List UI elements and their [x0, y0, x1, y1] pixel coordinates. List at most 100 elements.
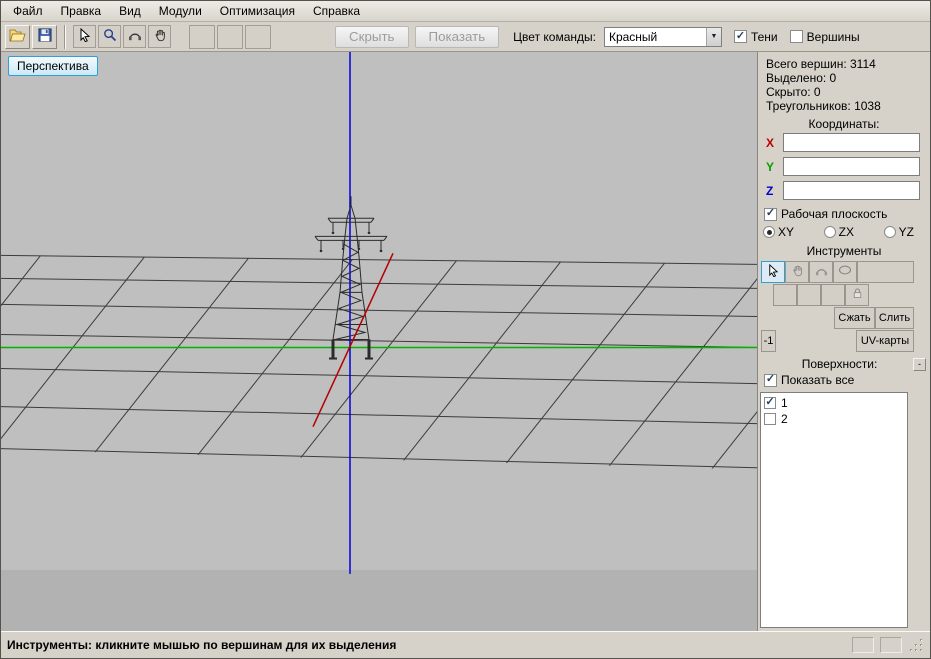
open-folder-icon	[9, 28, 26, 45]
plane-yz-label: YZ	[898, 225, 914, 239]
show-button[interactable]: Показать	[414, 25, 500, 48]
hand-icon	[791, 264, 804, 280]
rotate-tool-button[interactable]	[123, 25, 146, 48]
chevron-down-icon[interactable]: ▼	[705, 27, 721, 46]
plane-yz-radio[interactable]	[883, 226, 896, 238]
uv-maps-button[interactable]: UV-карты	[856, 329, 914, 352]
shadows-checkbox[interactable]	[733, 30, 747, 43]
panel-rotate-tool-button[interactable]	[809, 260, 833, 283]
coord-y-row: Y	[758, 157, 930, 176]
panel-empty-tool-button-1[interactable]	[857, 260, 914, 283]
surfaces-options-button[interactable]: -	[913, 357, 926, 371]
menu-modules[interactable]: Модули	[150, 2, 211, 20]
plane-xy-option[interactable]: XY	[763, 225, 794, 239]
menu-optimization[interactable]: Оптимизация	[211, 2, 304, 20]
show-all-label: Показать все	[781, 373, 855, 387]
floppy-disk-icon	[37, 28, 52, 45]
zoom-tool-button[interactable]	[98, 25, 121, 48]
select-tool-button[interactable]	[73, 25, 96, 48]
work-plane-label: Рабочая плоскость	[781, 207, 888, 221]
compress-button[interactable]: Сжать	[834, 306, 875, 329]
open-file-button[interactable]	[5, 24, 30, 49]
team-color-select[interactable]: Красный ▼	[603, 26, 722, 47]
app-window: Файл Правка Вид Модули Оптимизация Справ…	[0, 0, 931, 659]
show-all-row: Показать все	[758, 371, 930, 389]
toolbar: Скрыть Показать Цвет команды: Красный ▼ …	[1, 22, 930, 52]
coord-x-input[interactable]	[783, 133, 920, 152]
surface-2-checkbox[interactable]	[764, 413, 776, 425]
coord-y-input[interactable]	[783, 157, 920, 176]
menu-help[interactable]: Справка	[304, 2, 369, 20]
panel-select-tool-button[interactable]	[761, 260, 785, 283]
model-stats: Всего вершин: 3114 Выделено: 0 Скрыто: 0…	[758, 56, 930, 114]
surface-list-item[interactable]: 2	[762, 411, 906, 427]
plane-zx-radio[interactable]	[823, 226, 836, 238]
panel-empty-tool-button-3[interactable]	[797, 283, 821, 306]
surface-1-label: 1	[781, 396, 788, 410]
toolbar-empty-button-1[interactable]	[189, 24, 215, 49]
surface-1-checkbox[interactable]	[764, 397, 776, 409]
tower-model	[314, 196, 388, 360]
orbit-icon	[815, 264, 828, 280]
surfaces-label: Поверхности:	[801, 357, 878, 371]
surfaces-listbox[interactable]: 1 2	[760, 392, 908, 628]
vertices-label: Вершины	[806, 29, 860, 44]
panel-empty-tool-button-2[interactable]	[773, 283, 797, 306]
save-button[interactable]	[32, 24, 57, 49]
right-panel: Всего вершин: 3114 Выделено: 0 Скрыто: 0…	[758, 52, 930, 631]
viewport-3d[interactable]: Перспектива	[1, 52, 758, 631]
plane-xy-label: XY	[778, 225, 795, 239]
coord-z-input[interactable]	[783, 181, 920, 200]
toolbar-empty-button-3[interactable]	[245, 24, 271, 49]
vertices-checkbox[interactable]	[789, 30, 803, 43]
surface-list-item[interactable]: 1	[762, 395, 906, 411]
team-color-value: Красный	[608, 29, 658, 44]
team-color-label: Цвет команды:	[513, 29, 596, 44]
work-plane-checkbox[interactable]	[764, 207, 777, 221]
toolbar-empty-button-2[interactable]	[217, 24, 243, 49]
stat-triangles: Треугольников: 1038	[766, 99, 881, 113]
menu-bar: Файл Правка Вид Модули Оптимизация Справ…	[1, 1, 930, 22]
resize-grip-icon[interactable]	[908, 637, 924, 653]
status-cell-1	[852, 637, 874, 653]
coordinates-label: Координаты:	[808, 117, 880, 131]
ellipse-icon	[838, 264, 852, 279]
hand-icon	[153, 28, 167, 45]
tool-row-3: Сжать Слить	[758, 306, 930, 329]
status-message: Инструменты: кликните мышью по вершинам …	[7, 638, 397, 652]
plane-yz-option[interactable]: YZ	[883, 225, 914, 239]
show-all-checkbox[interactable]	[764, 373, 777, 387]
perspective-view-button[interactable]: Перспектива	[8, 56, 98, 76]
panel-lock-tool-button[interactable]	[845, 283, 869, 306]
hide-button[interactable]: Скрыть	[335, 25, 409, 48]
panel-pan-tool-button[interactable]	[785, 260, 809, 283]
tool-row-4: -1 UV-карты	[758, 329, 930, 352]
surface-2-label: 2	[781, 412, 788, 426]
plane-zx-label: ZX	[838, 225, 854, 239]
shadows-label: Тени	[750, 29, 778, 44]
toolbar-separator	[64, 24, 66, 49]
axis-z-label: Z	[766, 183, 774, 198]
plane-zx-option[interactable]: ZX	[823, 225, 854, 239]
menu-view[interactable]: Вид	[110, 2, 150, 20]
orbit-icon	[128, 28, 142, 45]
panel-empty-tool-button-4[interactable]	[821, 283, 845, 306]
menu-file[interactable]: Файл	[4, 2, 52, 20]
tools-label: Инструменты	[806, 244, 882, 258]
menu-edit[interactable]: Правка	[52, 2, 111, 20]
merge-button[interactable]: Слить	[875, 306, 914, 329]
padlock-icon	[851, 287, 864, 303]
work-plane-row: Рабочая плоскость	[758, 205, 930, 223]
shadows-checkbox-row: Тени	[733, 29, 778, 44]
stat-total-vertices: Всего вершин: 3114	[766, 57, 876, 71]
cursor-arrow-icon	[78, 27, 91, 45]
viewport-canvas[interactable]	[1, 52, 757, 631]
plane-xy-radio[interactable]	[763, 226, 775, 238]
minus-one-button[interactable]: -1	[761, 329, 776, 352]
viewport-lower-strip	[1, 569, 757, 631]
coord-z-row: Z	[758, 181, 930, 200]
axis-y-label: Y	[766, 159, 775, 174]
panel-ellipse-tool-button[interactable]	[833, 260, 857, 283]
surfaces-row: Поверхности: -	[758, 357, 930, 371]
pan-tool-button[interactable]	[148, 25, 171, 48]
